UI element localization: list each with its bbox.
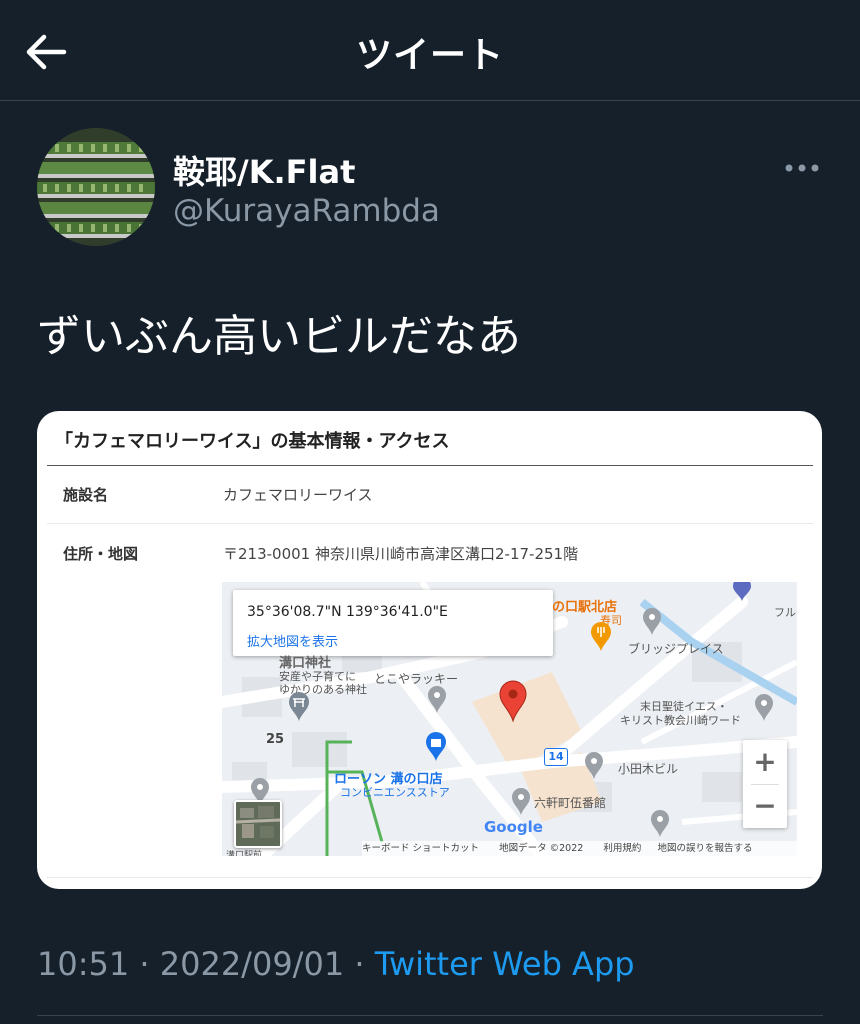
- tweet-meta: 10:51 · 2022/09/01 · Twitter Web App: [37, 945, 635, 983]
- map-data-text: 地図データ ©2022: [499, 843, 584, 854]
- restaurant-icon: [591, 622, 611, 651]
- card-bottom-divider: [47, 877, 813, 878]
- more-horizontal-icon: [785, 164, 819, 172]
- address-label: 住所・地図: [63, 545, 139, 563]
- satellite-thumbnail-icon: [236, 802, 280, 846]
- map-place-icon: [585, 752, 603, 779]
- map-place-icon: [755, 694, 773, 721]
- top-bar: ツイート: [0, 0, 860, 100]
- card-title: 「カフェマロリーワイス」の基本情報・アクセス: [55, 431, 450, 452]
- author-handle[interactable]: @KurayaRambda: [173, 193, 440, 229]
- address-value: 〒213-0001 神奈川県川崎市高津区溝口2-17-251階: [223, 545, 579, 563]
- terms-link[interactable]: 利用規約: [603, 843, 641, 854]
- map-place-icon: [651, 810, 669, 837]
- map-attribution-bar: キーボード ショートカット 地図データ ©2022 利用規約 地図の誤りを報告す…: [362, 841, 797, 856]
- map-zoom-controls: + −: [743, 740, 787, 828]
- route-14-shield: 14: [544, 748, 568, 766]
- row-divider: [47, 523, 813, 524]
- map-label-25: 25: [266, 732, 285, 747]
- map-label-police: 六軒町伍番館: [534, 796, 607, 810]
- map-label-station: 溝口駅前: [226, 851, 263, 856]
- keyboard-shortcuts-link[interactable]: キーボード ショートカット: [362, 843, 479, 854]
- author-display-name[interactable]: 鞍耶/K.Flat: [173, 147, 355, 193]
- zoom-out-button[interactable]: −: [743, 784, 787, 828]
- facility-value: カフェマロリーワイス: [223, 486, 373, 504]
- map-pin-icon: [499, 680, 527, 722]
- map-place-icon: [643, 608, 661, 635]
- map-label-full: フル: [774, 606, 796, 619]
- zoom-in-button[interactable]: +: [743, 740, 787, 784]
- card-title-rule: [47, 465, 813, 466]
- shrine-icon: [289, 692, 309, 721]
- map-label-bridge: ブリッジプレイス: [628, 642, 724, 656]
- map-place-icon: [733, 582, 751, 601]
- report-error-link[interactable]: 地図の誤りを報告する: [657, 843, 752, 854]
- map-label-lawson-type: コンビニエンスストア: [340, 786, 450, 799]
- map-coordinates: 35°36'08.7"N 139°36'41.0"E: [247, 604, 448, 620]
- meta-divider: [37, 1015, 823, 1016]
- view-larger-map-link[interactable]: 拡大地図を表示: [247, 631, 338, 650]
- tweet-text: ずいぶん高いビルだなあ: [37, 311, 521, 362]
- attached-image[interactable]: 「カフェマロリーワイス」の基本情報・アクセス 施設名 カフェマロリーワイス 住所…: [37, 411, 822, 889]
- satellite-toggle[interactable]: [234, 800, 282, 848]
- map-label-odaki: 小田木ビル: [618, 762, 679, 776]
- map-place-icon: [428, 686, 446, 713]
- header-divider: [0, 100, 860, 101]
- facility-label: 施設名: [63, 486, 109, 504]
- more-options-button[interactable]: [783, 160, 823, 176]
- map-info-window: 35°36'08.7"N 139°36'41.0"E 拡大地図を表示: [233, 590, 553, 656]
- map-label-church2: キリスト教会川崎ワード: [620, 714, 741, 727]
- store-icon: [426, 732, 446, 761]
- map-place-icon: [512, 788, 530, 815]
- tweet-timestamp[interactable]: 10:51 · 2022/09/01 ·: [37, 945, 375, 983]
- tweet-source-link[interactable]: Twitter Web App: [375, 945, 635, 983]
- page-title: ツイート: [355, 35, 504, 76]
- avatar[interactable]: [37, 128, 155, 246]
- google-logo: Google: [484, 818, 543, 836]
- avatar-image: [37, 128, 155, 246]
- map-embed[interactable]: 35°36'08.7"N 139°36'41.0"E 拡大地図を表示 の口駅北店…: [222, 582, 797, 856]
- map-label-tokoya: とこやラッキー: [374, 672, 459, 686]
